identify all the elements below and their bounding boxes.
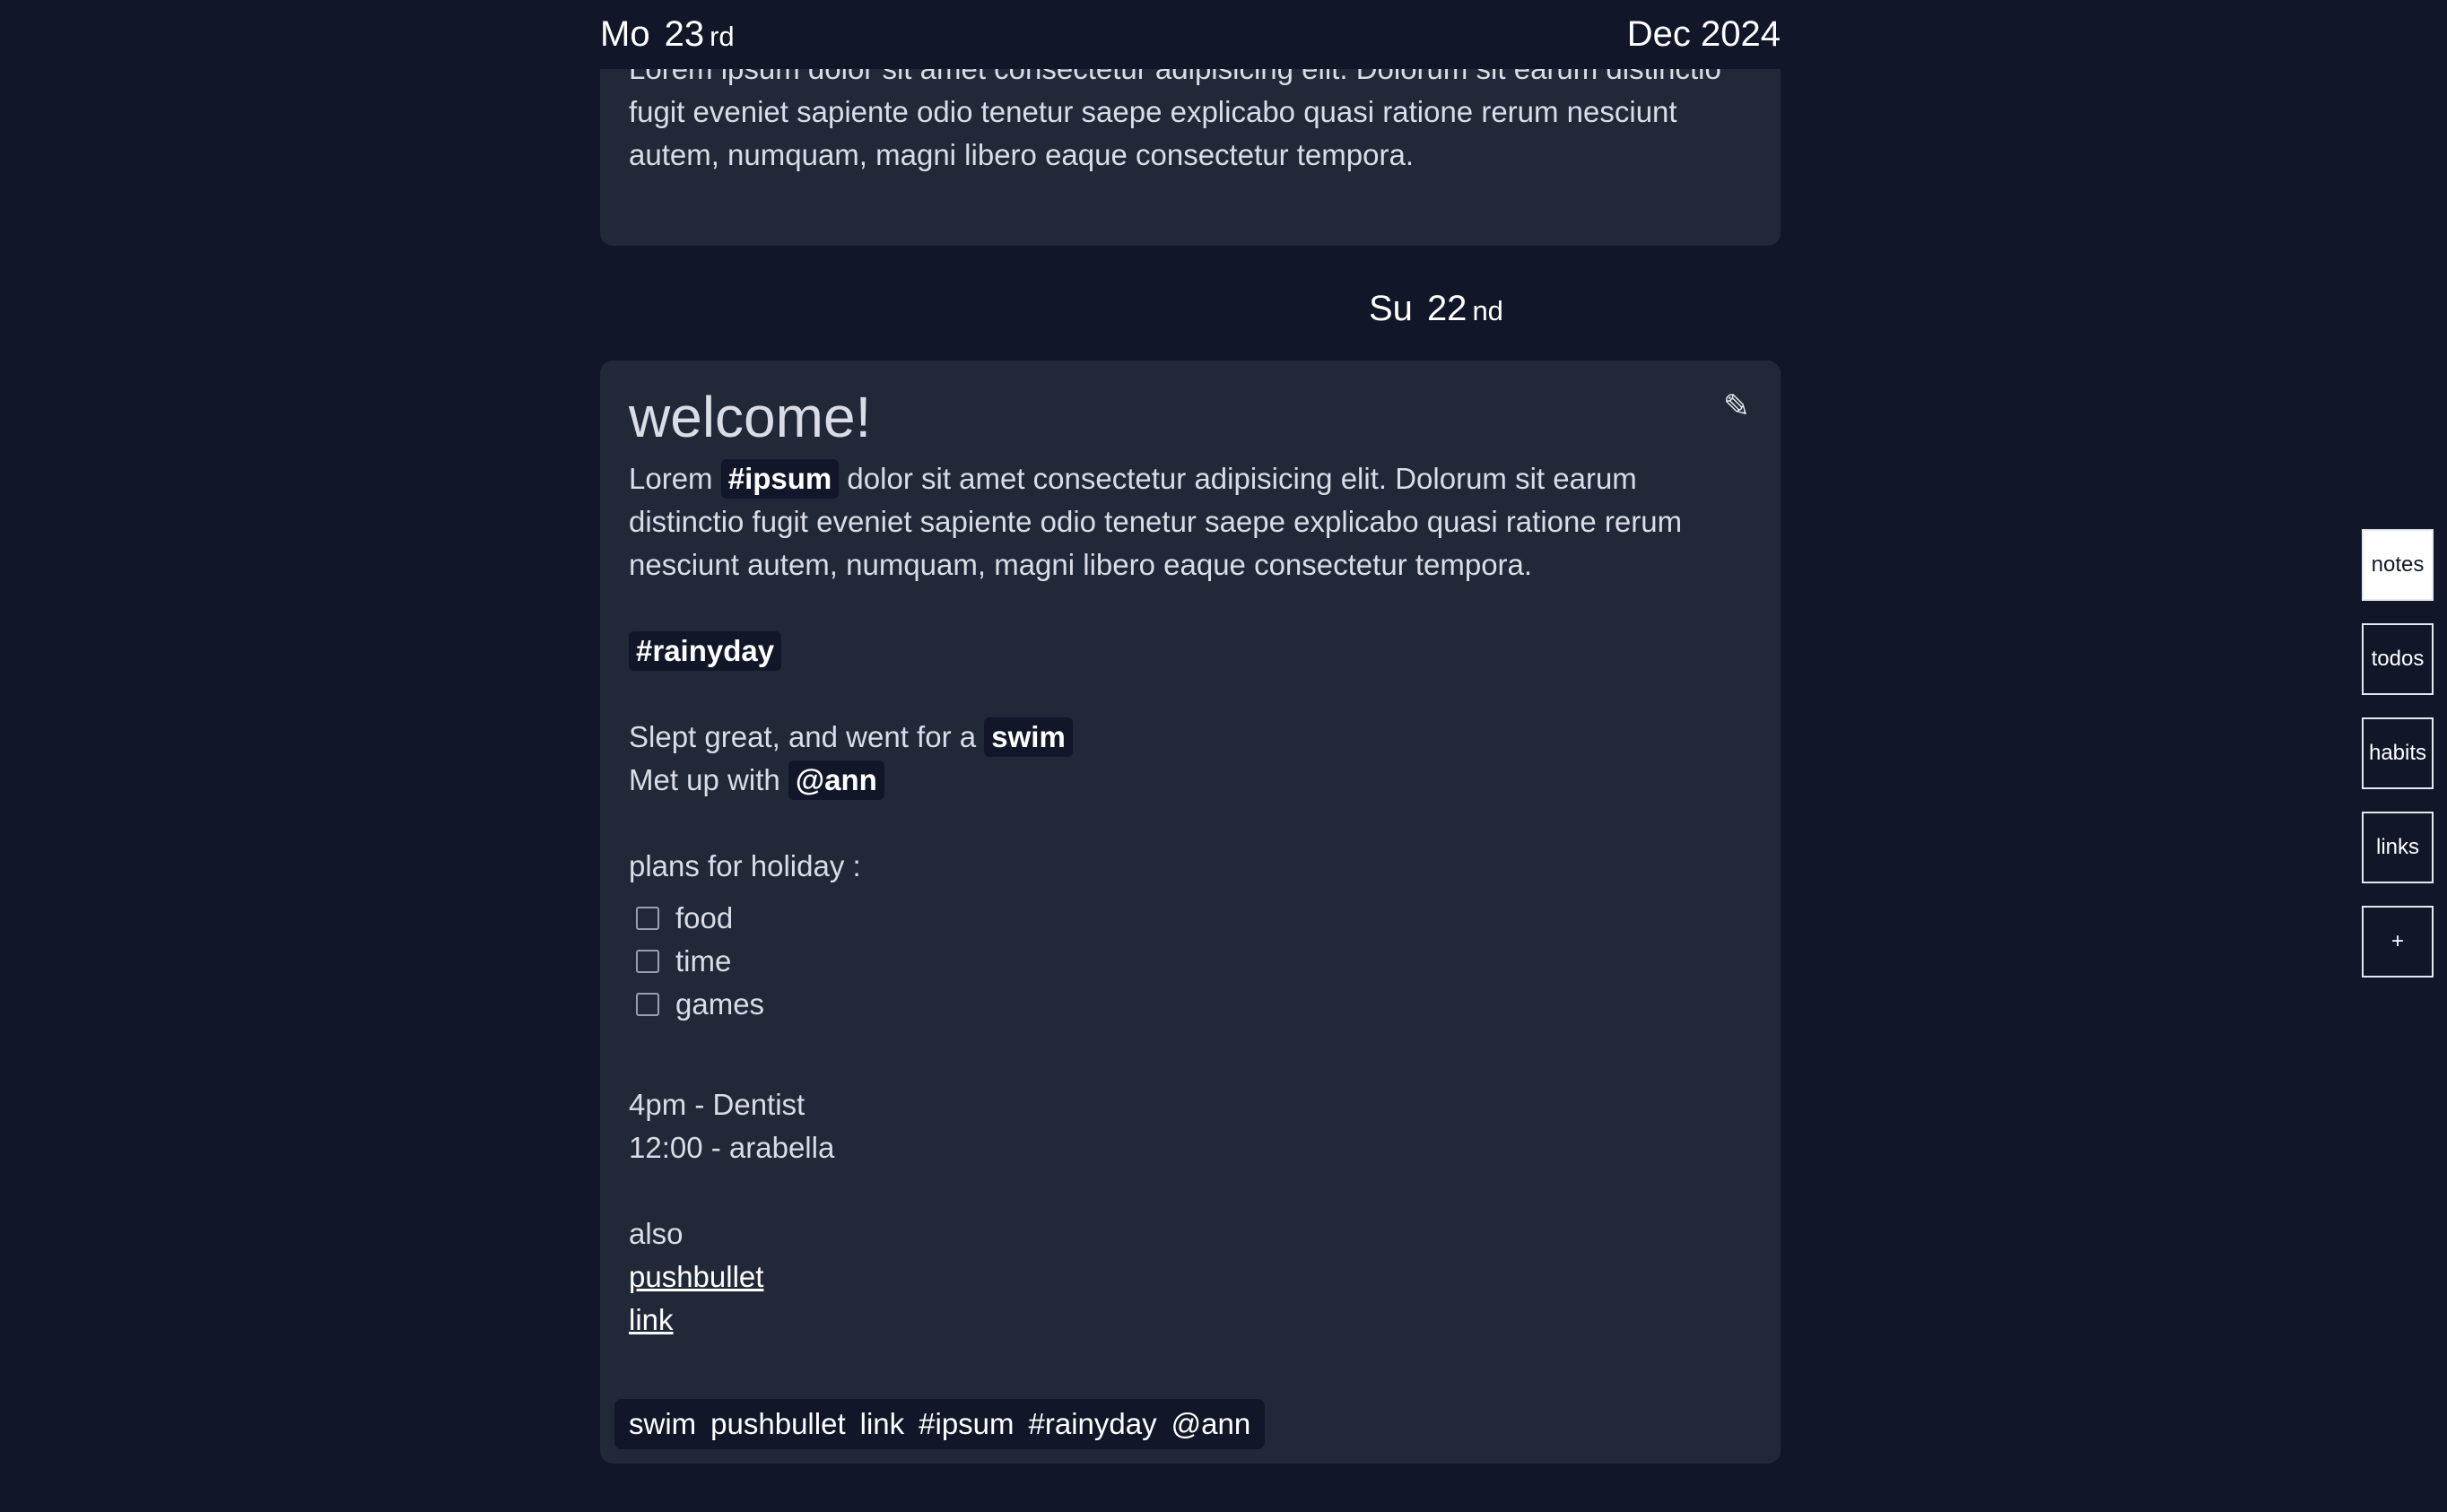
chip-pushbullet[interactable]: pushbullet <box>710 1407 845 1441</box>
checkbox[interactable] <box>636 950 659 973</box>
header-day: Mo 23 rd <box>600 14 735 55</box>
also-line: also <box>629 1217 684 1250</box>
chip-ann[interactable]: @ann <box>1171 1407 1251 1441</box>
link-link[interactable]: link <box>629 1303 674 1336</box>
day-label-suffix: nd <box>1472 295 1503 326</box>
checklist-item: time <box>629 940 1752 983</box>
dentist-line: 4pm - Dentist <box>629 1088 806 1121</box>
link-line: link <box>629 1299 1752 1342</box>
met-line: Met up with @ann <box>629 759 1752 802</box>
note-card: welcome! ✎ Lorem #ipsum dolor sit amet c… <box>600 361 1781 1464</box>
paragraph-text: Lorem <box>629 462 721 495</box>
pushbullet-link[interactable]: pushbullet <box>629 1260 763 1293</box>
checklist-item: games <box>629 983 1752 1026</box>
note-title: welcome! <box>629 385 872 449</box>
chip-rainyday[interactable]: #rainyday <box>1029 1407 1157 1441</box>
header-weekday: Mo <box>600 14 650 54</box>
note-paragraph: Lorem #ipsum dolor sit amet consectetur … <box>629 457 1752 587</box>
nav-notes-button[interactable]: notes <box>2362 529 2434 601</box>
slept-text: Slept great, and went for a <box>629 720 985 753</box>
date-header: Mo 23 rd Dec 2024 <box>600 0 1781 69</box>
tag-ipsum[interactable]: #ipsum <box>720 459 840 499</box>
checklist-label: food <box>675 901 734 934</box>
plans-heading: plans for holiday : <box>629 849 861 882</box>
slept-line: Slept great, and went for a swim <box>629 716 1752 759</box>
note-body: Lorem #ipsum dolor sit amet consectetur … <box>629 457 1752 1342</box>
checklist-item: food <box>629 897 1752 940</box>
day-label: Su 22 nd <box>1369 289 1503 329</box>
nav-links-button[interactable]: links <box>2362 812 2434 883</box>
checklist-label: time <box>675 944 732 978</box>
met-text: Met up with <box>629 763 788 796</box>
tag-line: #rainyday <box>629 630 1752 673</box>
checkbox[interactable] <box>636 993 659 1016</box>
header-day-number: 23 <box>664 14 705 54</box>
chip-swim[interactable]: swim <box>629 1407 696 1441</box>
mention-ann[interactable]: @ann <box>788 760 884 800</box>
side-nav: notes todos habits links + <box>2362 529 2434 1000</box>
day-label-number: 22 <box>1426 289 1467 328</box>
nav-habits-button[interactable]: habits <box>2362 717 2434 789</box>
checkbox[interactable] <box>636 907 659 930</box>
nav-todos-button[interactable]: todos <box>2362 623 2434 695</box>
holiday-checklist: food time games <box>629 897 1752 1026</box>
add-button[interactable]: + <box>2362 906 2434 978</box>
tag-chips-bar: swim pushbullet link #ipsum #rainyday @a… <box>614 1399 1266 1449</box>
tag-rainyday[interactable]: #rainyday <box>629 631 782 671</box>
chip-ipsum[interactable]: #ipsum <box>919 1407 1014 1441</box>
arabella-line: 12:00 - arabella <box>629 1131 835 1164</box>
pushbullet-line: pushbullet <box>629 1256 1752 1299</box>
pencil-icon[interactable]: ✎ <box>1723 387 1750 425</box>
header-day-suffix: rd <box>710 21 735 52</box>
day-label-weekday: Su <box>1369 289 1413 328</box>
chip-link[interactable]: link <box>860 1407 905 1441</box>
tag-swim[interactable]: swim <box>984 717 1073 757</box>
journal-page: Mo 23 rd Dec 2024 Lorem ipsum dolor sit … <box>0 0 2447 1512</box>
header-month-year[interactable]: Dec 2024 <box>1627 14 1781 55</box>
checklist-label: games <box>675 987 765 1021</box>
